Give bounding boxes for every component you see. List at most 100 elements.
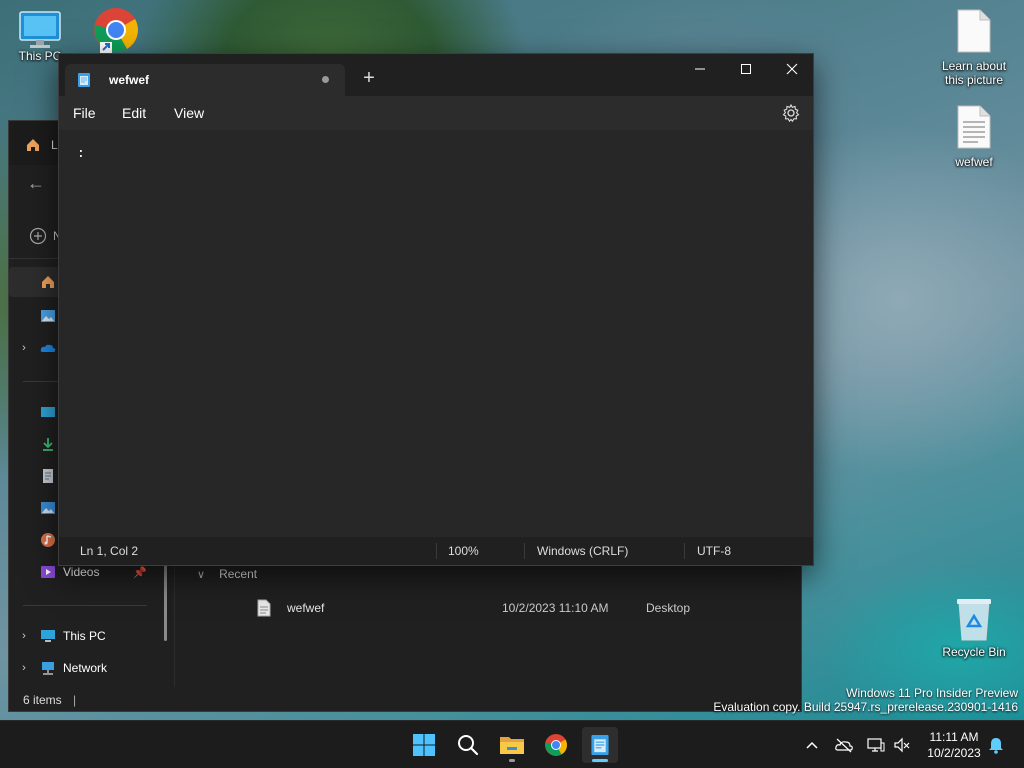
windows-logo-icon: [413, 734, 435, 756]
desktop-icon-label: Learn about this picture: [941, 59, 1007, 87]
unsaved-dot-icon[interactable]: [322, 76, 329, 83]
running-indicator: [509, 759, 515, 762]
sidebar-item-label: Videos: [63, 565, 100, 579]
video-icon: [41, 566, 55, 578]
tab-wefwef[interactable]: wefwef: [65, 64, 345, 96]
menu-edit[interactable]: Edit: [122, 96, 146, 130]
desktop-folder-icon: [41, 407, 55, 417]
pictures-icon: [41, 502, 55, 514]
editor-content: :: [77, 146, 85, 161]
explorer-tab-title[interactable]: L: [51, 138, 58, 152]
encoding[interactable]: UTF-8: [697, 537, 731, 565]
desktop-icon-label: Recycle Bin: [942, 645, 1006, 659]
notepad-icon: [591, 735, 609, 755]
chevron-right-icon[interactable]: ›: [9, 630, 39, 642]
minimize-button[interactable]: [677, 54, 723, 84]
clock-date: 10/2/2023: [927, 746, 981, 760]
bell-icon: [989, 738, 1003, 754]
home-icon: [42, 276, 54, 288]
recent-file-name: wefwef: [287, 601, 325, 615]
desktop-icon-wefwef[interactable]: wefwef: [936, 104, 1012, 169]
explorer-status-bar: 6 items |: [23, 693, 76, 707]
download-arrow-icon: [43, 438, 53, 451]
pin-icon[interactable]: 📌: [133, 566, 147, 579]
active-indicator: [592, 759, 608, 762]
back-arrow-icon[interactable]: ←: [27, 173, 45, 194]
notepad-window: wefwef + File Edit View : Ln 1, Col 2 10…: [58, 53, 814, 566]
line-ending[interactable]: Windows (CRLF): [537, 537, 628, 565]
new-plus-icon[interactable]: [29, 227, 47, 245]
search-icon: [458, 735, 479, 756]
monitor-icon: [19, 11, 61, 48]
recycle-bin-icon: [957, 599, 991, 641]
sidebar-item-network[interactable]: › Network: [9, 653, 159, 683]
status-divider: [684, 543, 685, 559]
desktop-icon-recycle-bin[interactable]: Recycle Bin: [936, 596, 1012, 659]
chrome-icon: [94, 8, 138, 53]
cloud-icon: [40, 344, 56, 352]
start-button[interactable]: [406, 727, 442, 763]
chevron-down-icon[interactable]: ∨: [197, 568, 205, 581]
new-tab-button[interactable]: +: [355, 66, 383, 90]
search-button[interactable]: [450, 727, 486, 763]
cursor-position: Ln 1, Col 2: [80, 544, 139, 558]
menu-view[interactable]: View: [174, 96, 204, 130]
sidebar-scrollbar[interactable]: [164, 561, 167, 641]
recent-file-date: 10/2/2023 11:10 AM: [502, 601, 609, 615]
menu-file[interactable]: File: [73, 96, 96, 130]
gear-icon[interactable]: [781, 103, 801, 123]
text-document-icon: [257, 599, 271, 617]
close-button[interactable]: [769, 54, 815, 84]
recent-file-row[interactable]: wefwef 10/2/2023 11:10 AM Desktop: [257, 599, 797, 623]
minimize-icon: [695, 68, 705, 70]
chevron-right-icon[interactable]: ›: [9, 662, 39, 674]
status-divider: [524, 543, 525, 559]
desktop-icon-label: wefwef: [955, 155, 993, 169]
sidebar-item-this-pc[interactable]: › This PC: [9, 621, 159, 651]
cloud-offline-icon: [835, 738, 853, 753]
windows-watermark: Windows 11 Pro Insider Preview Evaluatio…: [713, 686, 1018, 714]
tab-title: wefwef: [109, 73, 150, 87]
recent-section-header[interactable]: ∨ Recent: [197, 567, 257, 581]
tray-overflow-button[interactable]: [802, 735, 822, 755]
text-editor-area[interactable]: :: [59, 130, 813, 539]
notepad-icon: [78, 73, 90, 87]
status-separator: |: [73, 693, 77, 707]
taskbar-notepad[interactable]: [582, 727, 618, 763]
tray-network[interactable]: [866, 735, 886, 755]
volume-muted-icon: [894, 737, 910, 753]
documents-icon: [43, 469, 53, 483]
sidebar-item-label: Network: [63, 661, 108, 675]
music-note-icon: [41, 533, 55, 547]
clock-time: 11:11 AM: [929, 730, 979, 744]
recent-file-location: Desktop: [646, 601, 691, 615]
taskbar-clock[interactable]: 11:11 AM 10/2/2023: [916, 729, 992, 761]
network-icon: [42, 662, 54, 675]
close-icon: [786, 63, 798, 75]
desktop-icon-learn-about-picture[interactable]: Learn about this picture: [936, 8, 1012, 87]
recent-label: Recent: [219, 567, 258, 581]
network-monitor-icon: [867, 738, 885, 752]
gallery-icon: [41, 310, 55, 322]
notepad-menubar: File Edit View: [59, 96, 813, 130]
tray-onedrive[interactable]: [834, 735, 854, 755]
taskbar: 11:11 AM 10/2/2023: [0, 720, 1024, 768]
notepad-titlebar[interactable]: wefwef +: [59, 54, 813, 96]
chevron-right-icon[interactable]: ›: [9, 342, 39, 354]
maximize-button[interactable]: [723, 54, 769, 84]
zoom-level[interactable]: 100%: [448, 537, 479, 565]
sidebar-divider: [23, 605, 147, 606]
folder-icon: [500, 737, 524, 754]
watermark-line: Windows 11 Pro Insider Preview: [846, 686, 1018, 700]
taskbar-chrome[interactable]: [538, 727, 574, 763]
maximize-icon: [741, 64, 751, 74]
status-divider: [436, 543, 437, 559]
monitor-icon: [41, 630, 55, 642]
sidebar-item-label: This PC: [63, 629, 106, 643]
notifications-button[interactable]: [986, 735, 1006, 755]
tray-volume[interactable]: [892, 735, 912, 755]
home-icon: [27, 139, 39, 151]
taskbar-file-explorer[interactable]: [494, 727, 530, 763]
blank-document-icon: [957, 9, 991, 53]
chevron-up-icon: [806, 741, 818, 749]
